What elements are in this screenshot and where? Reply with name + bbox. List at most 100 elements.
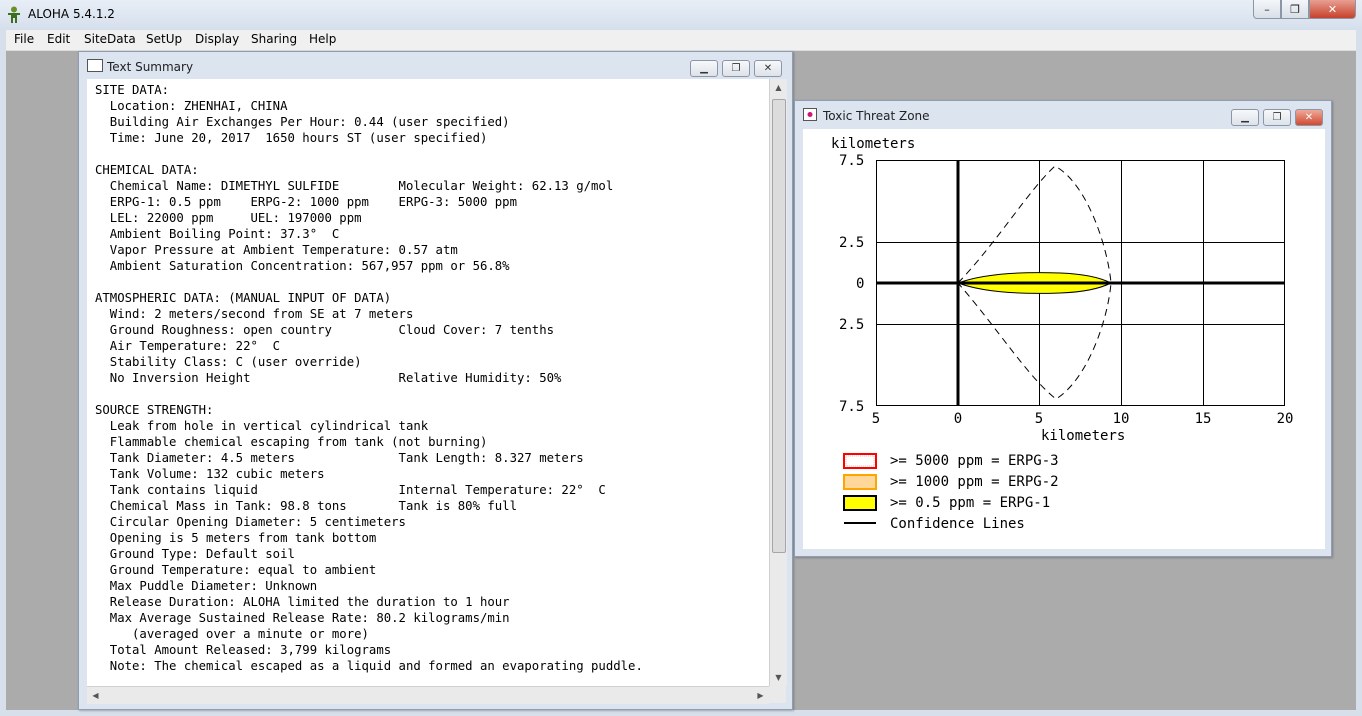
window-frame-left bbox=[0, 30, 6, 716]
summary-line: Ambient Boiling Point: 37.3° C bbox=[95, 227, 340, 241]
summary-line: Release Duration: ALOHA limited the dura… bbox=[95, 595, 510, 609]
scroll-down-arrow-icon[interactable]: ▼ bbox=[770, 669, 787, 686]
threat-zone-title: Toxic Threat Zone bbox=[823, 109, 930, 123]
summary-line: Time: June 20, 2017 1650 hours ST (user … bbox=[95, 131, 488, 145]
summary-line: Tank Volume: 132 cubic meters bbox=[95, 467, 325, 481]
summary-line: Location: ZHENHAI, CHINA bbox=[95, 99, 288, 113]
summary-line: ATMOSPHERIC DATA: (MANUAL INPUT OF DATA) bbox=[95, 291, 392, 305]
summary-line: Tank Diameter: 4.5 meters Tank Length: 8… bbox=[95, 451, 584, 465]
vertical-scrollbar[interactable]: ▲ ▼ bbox=[769, 79, 787, 686]
text-summary-titlebar[interactable]: Text Summary ▁ ❐ ✕ bbox=[85, 56, 786, 78]
summary-line: Tank contains liquid Internal Temperatur… bbox=[95, 483, 606, 497]
summary-line bbox=[95, 275, 102, 289]
window-frame-bottom bbox=[0, 710, 1362, 716]
summary-line: Ambient Saturation Concentration: 567,95… bbox=[95, 259, 510, 273]
threat-zone-window-icon bbox=[803, 108, 817, 121]
summary-line: Opening is 5 meters from tank bottom bbox=[95, 531, 377, 545]
summary-line: Air Temperature: 22° C bbox=[95, 339, 281, 353]
summary-text: SITE DATA: Location: ZHENHAI, CHINA Buil… bbox=[87, 79, 769, 674]
legend-label-erpg1: >= 0.5 ppm = ERPG-1 bbox=[890, 495, 1050, 511]
summary-line bbox=[95, 147, 102, 161]
threat-zone-chart: kilometers 7.5 2.5 0 2.5 7.5 5 0 5 10 15… bbox=[831, 136, 1294, 532]
threat-zone-titlebar[interactable]: Toxic Threat Zone ▁ ❐ ✕ bbox=[801, 105, 1325, 127]
window-controls: – ❐ ✕ bbox=[1253, 0, 1356, 20]
menu-setup[interactable]: SetUp bbox=[146, 32, 182, 46]
text-summary-restore-button[interactable]: ❐ bbox=[722, 60, 750, 77]
scroll-corner bbox=[769, 686, 786, 703]
text-summary-minimize-button[interactable]: ▁ bbox=[690, 60, 718, 77]
scroll-left-arrow-icon[interactable]: ◀ bbox=[87, 687, 104, 704]
text-document-icon bbox=[87, 59, 103, 72]
summary-line: Max Average Sustained Release Rate: 80.2… bbox=[95, 611, 510, 625]
summary-line bbox=[95, 387, 102, 401]
minimize-button[interactable]: – bbox=[1253, 0, 1281, 19]
text-summary-close-button[interactable]: ✕ bbox=[754, 60, 782, 77]
legend-swatch-erpg1 bbox=[843, 495, 877, 511]
x-axis-label: kilometers bbox=[1041, 428, 1125, 444]
summary-line: Building Air Exchanges Per Hour: 0.44 (u… bbox=[95, 115, 510, 129]
window-frame-right bbox=[1356, 30, 1362, 716]
summary-line: Note: The chemical escaped as a liquid a… bbox=[95, 659, 643, 673]
x-tick-label: 5 bbox=[872, 411, 880, 427]
summary-line: Chemical Mass in Tank: 98.8 tons Tank is… bbox=[95, 499, 517, 513]
summary-line: Vapor Pressure at Ambient Temperature: 0… bbox=[95, 243, 458, 257]
x-tick-label: 10 bbox=[1113, 411, 1130, 427]
summary-line: Ground Type: Default soil bbox=[95, 547, 295, 561]
summary-line: Total Amount Released: 3,799 kilograms bbox=[95, 643, 392, 657]
menu-file[interactable]: File bbox=[14, 32, 34, 46]
legend: >= 5000 ppm = ERPG-3 >= 1000 ppm = ERPG-… bbox=[843, 453, 1059, 532]
menu-display[interactable]: Display bbox=[195, 32, 239, 46]
x-tick-label: 15 bbox=[1195, 411, 1212, 427]
vertical-scroll-thumb[interactable] bbox=[772, 99, 786, 553]
threat-zone-window: Toxic Threat Zone ▁ ❐ ✕ kilometers 7.5 2… bbox=[794, 100, 1332, 557]
menu-help[interactable]: Help bbox=[309, 32, 336, 46]
summary-line: ERPG-1: 0.5 ppm ERPG-2: 1000 ppm ERPG-3:… bbox=[95, 195, 517, 209]
threat-zone-plot-area: kilometers 7.5 2.5 0 2.5 7.5 5 0 5 10 15… bbox=[803, 129, 1325, 549]
summary-line: Stability Class: C (user override) bbox=[95, 355, 362, 369]
text-summary-window: Text Summary ▁ ❐ ✕ SITE DATA: Location: … bbox=[78, 51, 793, 710]
menu-edit[interactable]: Edit bbox=[47, 32, 70, 46]
y-tick-label: 7.5 bbox=[839, 399, 864, 415]
legend-label-confidence: Confidence Lines bbox=[890, 516, 1025, 532]
summary-line: No Inversion Height Relative Humidity: 5… bbox=[95, 371, 562, 385]
menu-bar: File Edit SiteData SetUp Display Sharing… bbox=[0, 30, 1362, 51]
app-title: ALOHA 5.4.1.2 bbox=[28, 7, 115, 21]
summary-line: Wind: 2 meters/second from SE at 7 meter… bbox=[95, 307, 414, 321]
legend-swatch-erpg2 bbox=[843, 474, 877, 490]
scroll-right-arrow-icon[interactable]: ▶ bbox=[752, 687, 769, 704]
x-tick-label: 20 bbox=[1277, 411, 1294, 427]
summary-line: SITE DATA: bbox=[95, 83, 170, 97]
aloha-figure-icon bbox=[8, 6, 20, 23]
scroll-up-arrow-icon[interactable]: ▲ bbox=[770, 79, 787, 96]
summary-line: (averaged over a minute or more) bbox=[95, 627, 369, 641]
summary-line: CHEMICAL DATA: bbox=[95, 163, 199, 177]
summary-line: SOURCE STRENGTH: bbox=[95, 403, 214, 417]
summary-line: Chemical Name: DIMETHYL SULFIDE Molecula… bbox=[95, 179, 614, 193]
summary-line: Ground Temperature: equal to ambient bbox=[95, 563, 377, 577]
x-tick-label: 5 bbox=[1035, 411, 1043, 427]
y-axis-label: kilometers bbox=[831, 136, 915, 152]
summary-line: Max Puddle Diameter: Unknown bbox=[95, 579, 318, 593]
maximize-button[interactable]: ❐ bbox=[1281, 0, 1309, 19]
threat-zone-close-button[interactable]: ✕ bbox=[1295, 109, 1323, 126]
text-summary-title: Text Summary bbox=[107, 60, 194, 74]
summary-line: Ground Roughness: open country Cloud Cov… bbox=[95, 323, 555, 337]
legend-label-erpg3: >= 5000 ppm = ERPG-3 bbox=[890, 453, 1059, 469]
horizontal-scrollbar[interactable]: ◀ ▶ bbox=[87, 686, 769, 704]
y-tick-label: 7.5 bbox=[839, 153, 864, 169]
summary-line: Circular Opening Diameter: 5 centimeters bbox=[95, 515, 406, 529]
y-tick-label: 2.5 bbox=[839, 235, 864, 251]
close-button[interactable]: ✕ bbox=[1309, 0, 1356, 19]
summary-line: Leak from hole in vertical cylindrical t… bbox=[95, 419, 429, 433]
threat-zone-restore-button[interactable]: ❐ bbox=[1263, 109, 1291, 126]
summary-line: LEL: 22000 ppm UEL: 197000 ppm bbox=[95, 211, 362, 225]
text-summary-content[interactable]: SITE DATA: Location: ZHENHAI, CHINA Buil… bbox=[87, 79, 769, 686]
legend-label-erpg2: >= 1000 ppm = ERPG-2 bbox=[890, 474, 1059, 490]
y-tick-label: 0 bbox=[856, 276, 864, 292]
summary-line: Flammable chemical escaping from tank (n… bbox=[95, 435, 488, 449]
menu-sharing[interactable]: Sharing bbox=[251, 32, 297, 46]
y-tick-label: 2.5 bbox=[839, 317, 864, 333]
threat-zone-minimize-button[interactable]: ▁ bbox=[1231, 109, 1259, 126]
app-titlebar: ALOHA 5.4.1.2 – ❐ ✕ bbox=[0, 0, 1362, 31]
menu-sitedata[interactable]: SiteData bbox=[84, 32, 136, 46]
